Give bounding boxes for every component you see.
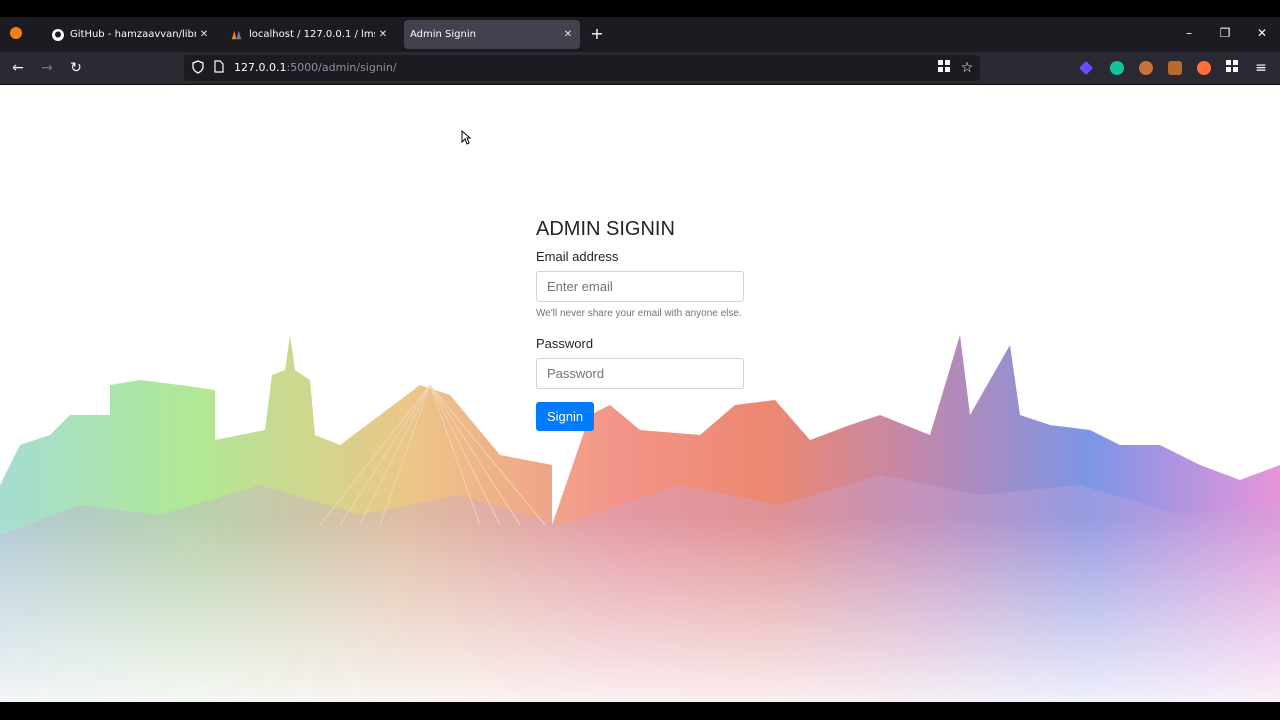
minimize-icon[interactable]: – — [1181, 26, 1197, 40]
url-path: :5000/admin/signin/ — [286, 61, 397, 74]
close-icon[interactable]: ✕ — [196, 29, 212, 40]
email-input[interactable] — [536, 271, 744, 302]
hamburger-menu-icon[interactable]: ≡ — [1253, 60, 1269, 76]
tab-strip: GitHub - hamzaavvan/library-ma ✕ localho… — [0, 17, 1280, 52]
firefox-relay-icon[interactable] — [1197, 61, 1211, 75]
browser-menu-icon[interactable] — [10, 27, 22, 39]
restore-icon[interactable]: ❐ — [1217, 26, 1233, 40]
bookmark-star-icon[interactable]: ☆ — [959, 60, 975, 76]
url-text[interactable]: 127.0.0.1:5000/admin/signin/ — [234, 61, 397, 74]
qr-code-icon[interactable] — [936, 60, 952, 76]
proton-icon[interactable] — [1078, 60, 1094, 76]
extension-icon[interactable] — [1168, 61, 1182, 75]
page-title: ADMIN SIGNIN — [536, 218, 675, 240]
signin-button[interactable]: Signin — [536, 402, 595, 431]
forward-arrow-icon[interactable]: → — [39, 60, 55, 76]
close-icon[interactable]: ✕ — [375, 29, 391, 40]
cookie-icon[interactable] — [1139, 61, 1153, 75]
tab-github[interactable]: GitHub - hamzaavvan/library-ma ✕ — [44, 20, 216, 49]
password-label: Password — [536, 336, 594, 351]
bottom-black-bar — [0, 702, 1280, 720]
navigation-toolbar: ← → ↻ 127.0.0.1:5000/admin/signin/ ☆ ≡ — [0, 52, 1280, 85]
grid-icon[interactable] — [1224, 60, 1240, 76]
new-tab-button[interactable]: + — [588, 25, 606, 43]
tab-title: localhost / 127.0.0.1 / lms | php — [249, 29, 375, 40]
reload-icon[interactable]: ↻ — [68, 60, 84, 76]
tab-admin-signin[interactable]: Admin Signin ✕ — [404, 20, 580, 49]
close-icon[interactable]: ✕ — [560, 29, 576, 40]
grammarly-icon[interactable] — [1110, 61, 1124, 75]
address-bar[interactable]: 127.0.0.1:5000/admin/signin/ ☆ — [184, 55, 980, 81]
page-icon[interactable] — [211, 60, 227, 76]
window-close-icon[interactable]: ✕ — [1254, 26, 1270, 40]
phpmyadmin-icon — [231, 29, 243, 41]
back-arrow-icon[interactable]: ← — [10, 60, 26, 76]
shield-icon[interactable] — [190, 60, 206, 76]
email-label: Email address — [536, 249, 619, 264]
url-host: 127.0.0.1 — [234, 61, 287, 74]
mouse-cursor-icon — [461, 130, 471, 145]
password-input[interactable] — [536, 358, 744, 389]
email-help-text: We'll never share your email with anyone… — [536, 308, 742, 319]
tab-phpmyadmin[interactable]: localhost / 127.0.0.1 / lms | php ✕ — [223, 20, 395, 49]
page-viewport: ADMIN SIGNIN Email address We'll never s… — [0, 85, 1280, 702]
top-black-bar — [0, 0, 1280, 17]
tab-title: GitHub - hamzaavvan/library-ma — [70, 29, 196, 40]
signin-form: ADMIN SIGNIN Email address We'll never s… — [536, 218, 744, 431]
tab-title: Admin Signin — [410, 29, 476, 40]
github-icon — [52, 28, 64, 41]
